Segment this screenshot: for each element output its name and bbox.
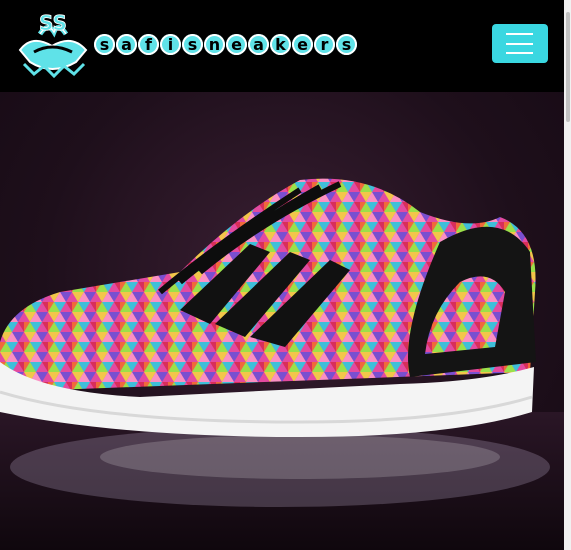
svg-text:SS: SS xyxy=(39,12,67,35)
top-navbar: SS safisneakers xyxy=(0,0,564,92)
brand-letter: f xyxy=(138,34,159,55)
brand-wordmark[interactable]: safisneakers xyxy=(94,34,357,58)
scrollbar-thumb[interactable] xyxy=(566,12,570,122)
brand-letter: n xyxy=(204,34,225,55)
brand-letter: a xyxy=(248,34,269,55)
brand-letter: e xyxy=(292,34,313,55)
multicolor-prism-sneaker xyxy=(0,178,564,550)
menu-toggle-button[interactable] xyxy=(492,24,548,63)
brand-letter: r xyxy=(314,34,335,55)
brand-letter: a xyxy=(116,34,137,55)
hero-banner xyxy=(0,92,564,550)
brand-letter: k xyxy=(270,34,291,55)
brand-letter: e xyxy=(226,34,247,55)
brand-letter: s xyxy=(336,34,357,55)
brand-letter: s xyxy=(182,34,203,55)
brand-letter: s xyxy=(94,34,115,55)
safisneakers-logo-icon: SS xyxy=(18,11,88,79)
brand-letter: i xyxy=(160,34,181,55)
